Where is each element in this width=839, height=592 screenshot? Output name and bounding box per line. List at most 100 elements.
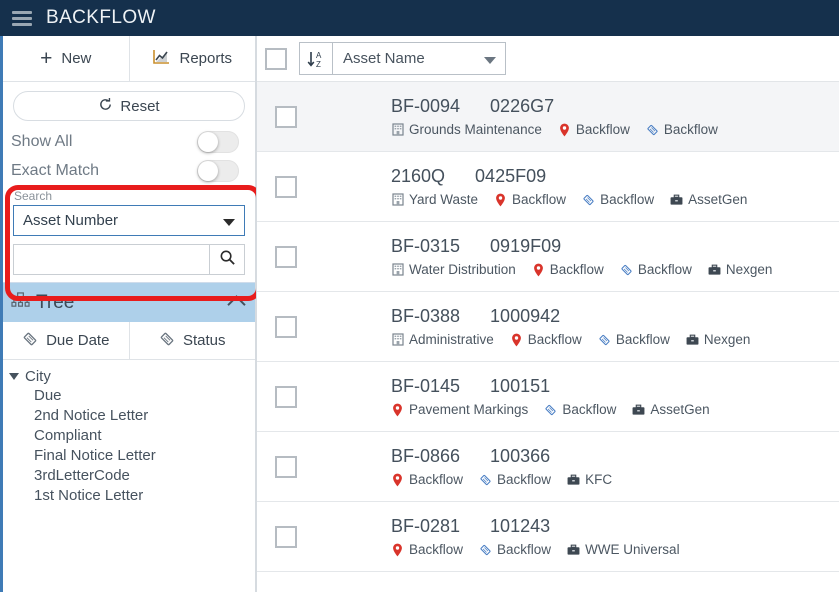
table-row[interactable]: BF-0315 0919F09 Water Distribution Backf… [257,222,839,292]
reset-row: Reset [3,82,255,127]
exact-match-toggle[interactable] [197,159,239,182]
row-asset-id: BF-0388 [391,306,461,326]
search-caption: Search [14,189,53,203]
tree-child-item[interactable]: 3rdLetterCode [9,466,255,486]
meta-label: Grounds Maintenance [409,122,542,137]
tree-section-title: Tree [36,291,75,313]
tree-node-city[interactable]: City [9,366,255,386]
row-asset-id: BF-0866 [391,446,461,466]
meta-item: Yard Waste [391,192,478,207]
tab-due-date-label: Due Date [46,332,110,349]
building-icon [391,193,404,206]
chart-report-icon [152,49,170,69]
meta-label: AssetGen [688,192,748,207]
meta-item: Nexgen [708,262,773,277]
meta-label: Administrative [409,332,494,347]
row-checkbox[interactable] [275,525,297,548]
reset-button-label: Reset [120,97,160,115]
toggle-knob [198,160,218,181]
meta-label: Backflow [527,332,582,347]
meta-item: Backflow [532,262,604,277]
meta-item: Backflow [391,542,463,557]
table-row[interactable]: BF-0866 100366 Backflow Backflow KFC [257,432,839,502]
search-field-value: Asset Number [23,212,119,229]
new-button[interactable]: + New [3,36,129,81]
search-submit-button[interactable] [209,244,245,275]
row-title: BF-0281 101243 [391,516,680,537]
meta-label: Backflow [497,542,552,557]
briefcase-icon [632,403,645,416]
sort-az-descending-icon[interactable]: A Z [300,43,333,74]
meta-item: AssetGen [670,192,747,207]
meta-label: Yard Waste [409,192,479,207]
row-asset-id: 2160Q [391,166,446,186]
tree-hierarchy-icon [11,291,30,314]
table-row[interactable]: BF-0145 100151 Pavement Markings Backflo… [257,362,839,432]
search-input[interactable] [13,244,209,275]
reports-button[interactable]: Reports [128,36,255,81]
table-row[interactable]: BF-0388 1000942 Administrative Backflow [257,292,839,362]
tree-body: City Due 2nd Notice Letter Compliant Fin… [3,360,255,506]
meta-label: Nexgen [725,262,773,277]
plus-icon: + [40,47,53,70]
tree-child-item[interactable]: Final Notice Letter [9,446,255,466]
row-asset-code: 0226G7 [490,96,555,116]
meta-label: Backflow [600,192,655,207]
row-checkbox[interactable] [275,455,297,478]
exact-match-label: Exact Match [11,161,100,179]
map-pin-icon [494,193,507,206]
meta-label: Backflow [575,122,630,137]
meta-label: Backflow [409,542,464,557]
meta-label: Backflow [497,472,552,487]
show-all-toggle[interactable] [197,130,239,153]
meta-item: Backflow [510,332,582,347]
chevron-up-icon[interactable] [227,295,246,314]
meta-item: Nexgen [686,332,751,347]
sort-field-select[interactable]: Asset Name [333,43,505,74]
row-checkbox[interactable] [275,245,297,268]
search-field-select[interactable]: Asset Number [13,205,245,236]
tree-child-item[interactable]: 2nd Notice Letter [9,406,255,426]
meta-label: Nexgen [703,332,751,347]
meta-item: Backflow [620,262,692,277]
briefcase-icon [567,473,580,486]
row-asset-code: 0919F09 [490,236,562,256]
building-icon [391,333,404,346]
meta-label: Pavement Markings [409,402,529,417]
caret-down-icon [484,56,496,64]
select-all-checkbox[interactable] [265,47,287,70]
tree-child-item[interactable]: Due [9,386,255,406]
table-row[interactable]: 2160Q 0425F09 Yard Waste Backflow Backfl… [257,152,839,222]
row-checkbox[interactable] [275,105,297,128]
exact-match-row: Exact Match [3,156,255,185]
sidebar: + New Reports Reset Show All Exact Match… [0,36,261,592]
briefcase-icon [708,263,721,276]
magnifier-icon [219,249,236,271]
toggle-knob [198,131,218,152]
meta-item: Backflow [646,122,718,137]
hamburger-icon[interactable] [12,10,32,26]
table-row[interactable]: BF-0281 101243 Backflow Backflow WWE Uni… [257,502,839,572]
tab-due-date[interactable]: Due Date [3,322,129,359]
row-title: 2160Q 0425F09 [391,166,747,187]
tree-section-header[interactable]: Tree [3,282,255,322]
reset-button[interactable]: Reset [13,91,245,121]
map-pin-icon [391,473,404,486]
triangle-down-icon[interactable] [9,372,19,380]
meta-item: KFC [567,472,612,487]
tree-child-item[interactable]: 1st Notice Letter [9,486,255,506]
row-checkbox[interactable] [275,385,297,408]
row-checkbox[interactable] [275,315,297,338]
row-meta: Backflow Backflow KFC [391,472,612,487]
meta-item: Pavement Markings [391,402,528,417]
tree-child-item[interactable]: Compliant [9,426,255,446]
meta-label: WWE Universal [585,542,680,557]
table-row[interactable]: BF-0094 0226G7 Grounds Maintenance Backf… [257,82,839,152]
row-content: BF-0281 101243 Backflow Backflow WWE Uni… [391,516,680,557]
row-content: BF-0315 0919F09 Water Distribution Backf… [391,236,772,277]
search-input-row [13,244,245,275]
row-checkbox[interactable] [275,175,297,198]
tab-status[interactable]: Status [128,322,255,359]
refresh-icon [98,97,113,116]
app-header: BACKFLOW [0,0,839,36]
